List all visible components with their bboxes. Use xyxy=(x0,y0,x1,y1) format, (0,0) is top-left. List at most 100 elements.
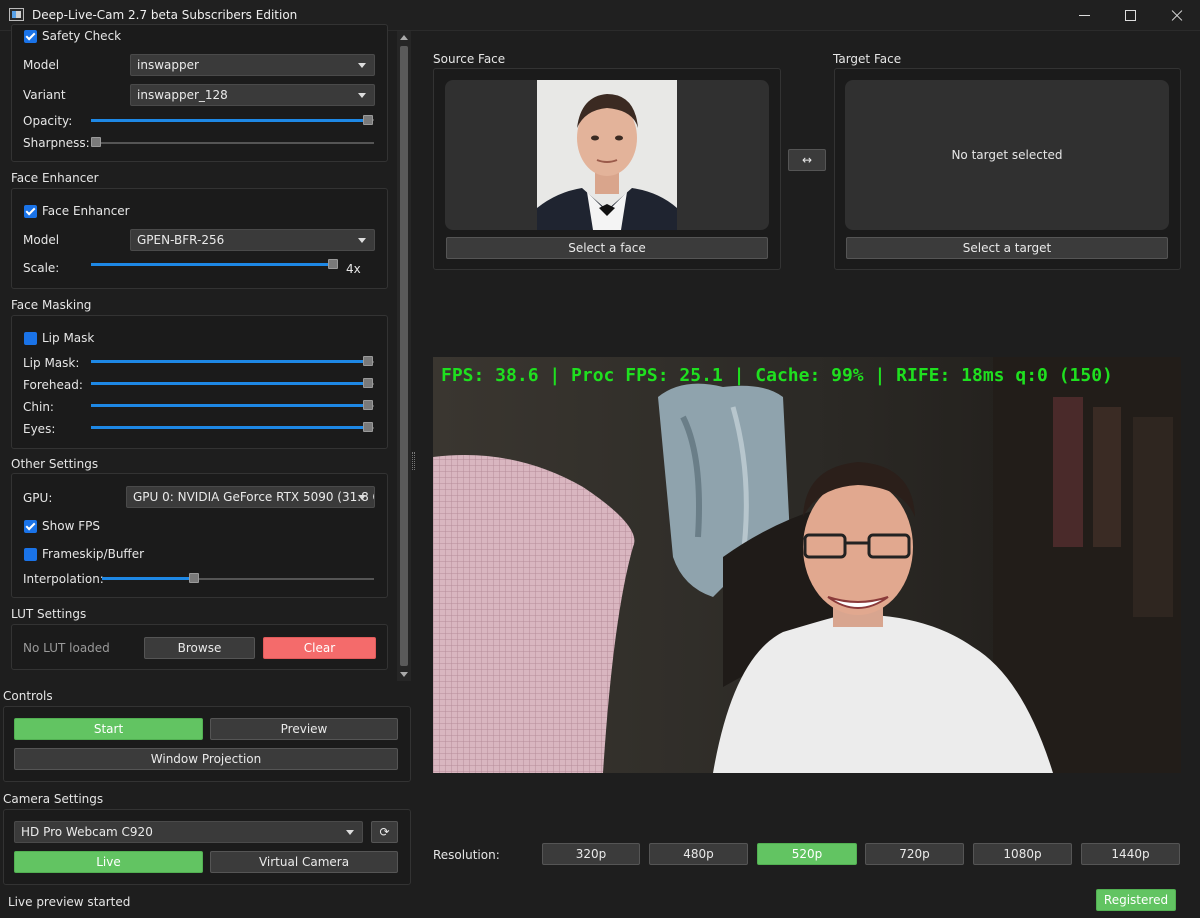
status-text: Live preview started xyxy=(8,895,131,909)
face-enhancer-checkbox-label: Face Enhancer xyxy=(42,204,130,218)
chevron-down-icon xyxy=(358,238,366,243)
forehead-slider-label: Forehead: xyxy=(23,378,83,392)
lip-mask-slider-label: Lip Mask: xyxy=(23,356,80,370)
swapper-model-label: Model xyxy=(23,58,60,72)
lip-mask-checkbox[interactable] xyxy=(24,332,37,345)
close-button[interactable] xyxy=(1154,0,1200,31)
lut-status: No LUT loaded xyxy=(23,641,110,655)
scroll-thumb[interactable] xyxy=(400,46,408,666)
face-masking-title: Face Masking xyxy=(11,298,92,312)
refresh-camera-button[interactable]: ⟳ xyxy=(371,821,398,843)
scale-slider-handle[interactable] xyxy=(328,259,338,269)
frameskip-label: Frameskip/Buffer xyxy=(42,547,145,561)
minimize-button[interactable] xyxy=(1062,0,1108,31)
camera-value: HD Pro Webcam C920 xyxy=(21,825,153,839)
registered-badge: Registered xyxy=(1096,889,1176,911)
webcam-frame xyxy=(433,357,1181,773)
safety-check-checkbox[interactable] xyxy=(24,30,37,43)
opacity-slider-handle[interactable] xyxy=(363,115,373,125)
source-face-image xyxy=(537,80,677,230)
forehead-slider-fill xyxy=(91,382,368,385)
maximize-button[interactable] xyxy=(1108,0,1154,31)
lip-mask-slider-handle[interactable] xyxy=(363,356,373,366)
interpolation-label: Interpolation: xyxy=(23,572,104,586)
preview-button[interactable]: Preview xyxy=(210,718,398,740)
select-target-button[interactable]: Select a target xyxy=(846,237,1168,259)
target-placeholder: No target selected xyxy=(951,148,1063,162)
scale-label: Scale: xyxy=(23,261,60,275)
variant-select[interactable]: inswapper_128 xyxy=(130,84,375,106)
resolution-label: Resolution: xyxy=(433,848,500,862)
chin-slider-handle[interactable] xyxy=(363,400,373,410)
chin-slider-label: Chin: xyxy=(23,400,54,414)
enhancer-model-value: GPEN-BFR-256 xyxy=(137,233,225,247)
source-face-photo xyxy=(537,80,677,230)
scale-slider-fill xyxy=(91,263,331,266)
chevron-down-icon xyxy=(358,495,366,500)
sharpness-slider-track[interactable] xyxy=(91,142,374,144)
eyes-slider-fill xyxy=(91,426,368,429)
variant-value: inswapper_128 xyxy=(137,88,228,102)
chevron-down-icon xyxy=(358,93,366,98)
scroll-up-icon[interactable] xyxy=(400,35,408,40)
opacity-label: Opacity: xyxy=(23,114,73,128)
other-settings-title: Other Settings xyxy=(11,457,99,471)
gpu-label: GPU: xyxy=(23,491,53,505)
chevron-down-icon xyxy=(346,830,354,835)
resolution-520p-button[interactable]: 520p xyxy=(757,843,857,865)
interpolation-slider-fill xyxy=(102,577,192,580)
lut-clear-button[interactable]: Clear xyxy=(263,637,376,659)
forehead-slider-handle[interactable] xyxy=(363,378,373,388)
gpu-value: GPU 0: NVIDIA GeForce RTX 5090 (31.8 GB) xyxy=(133,490,375,504)
lip-mask-checkbox-label: Lip Mask xyxy=(42,331,95,345)
eyes-slider-handle[interactable] xyxy=(363,422,373,432)
live-preview: FPS: 38.6 | Proc FPS: 25.1 | Cache: 99% … xyxy=(433,357,1181,773)
left-panel-scrollbar[interactable] xyxy=(397,31,411,681)
lut-browse-button[interactable]: Browse xyxy=(144,637,255,659)
chin-slider-fill xyxy=(91,404,368,407)
gpu-select[interactable]: GPU 0: NVIDIA GeForce RTX 5090 (31.8 GB) xyxy=(126,486,375,508)
resolution-320p-button[interactable]: 320p xyxy=(542,843,640,865)
camera-select[interactable]: HD Pro Webcam C920 xyxy=(14,821,363,843)
face-enhancer-title: Face Enhancer xyxy=(11,171,99,185)
lut-settings-title: LUT Settings xyxy=(11,607,87,621)
eyes-slider-label: Eyes: xyxy=(23,422,56,436)
lip-mask-slider-fill xyxy=(91,360,368,363)
resolution-1440p-button[interactable]: 1440p xyxy=(1081,843,1180,865)
app-icon xyxy=(9,8,24,21)
face-enhancer-checkbox[interactable] xyxy=(24,205,37,218)
select-face-button[interactable]: Select a face xyxy=(446,237,768,259)
live-button[interactable]: Live xyxy=(14,851,203,873)
swapper-model-select[interactable]: inswapper xyxy=(130,54,375,76)
start-button[interactable]: Start xyxy=(14,718,203,740)
scale-value: 4x xyxy=(346,262,361,276)
source-face-title: Source Face xyxy=(433,52,506,66)
resolution-480p-button[interactable]: 480p xyxy=(649,843,748,865)
swap-faces-button[interactable]: ↔ xyxy=(788,149,826,171)
refresh-icon: ⟳ xyxy=(379,825,390,839)
enhancer-model-label: Model xyxy=(23,233,60,247)
sharpness-slider-handle[interactable] xyxy=(91,137,101,147)
camera-settings-title: Camera Settings xyxy=(3,792,104,806)
show-fps-label: Show FPS xyxy=(42,519,100,533)
safety-check-label: Safety Check xyxy=(42,29,122,43)
opacity-slider-fill xyxy=(91,119,368,122)
panel-splitter[interactable] xyxy=(412,452,415,470)
enhancer-model-select[interactable]: GPEN-BFR-256 xyxy=(130,229,375,251)
variant-label: Variant xyxy=(23,88,66,102)
target-face-title: Target Face xyxy=(833,52,902,66)
window-title: Deep-Live-Cam 2.7 beta Subscribers Editi… xyxy=(32,8,298,22)
scroll-down-icon[interactable] xyxy=(400,672,408,677)
resolution-1080p-button[interactable]: 1080p xyxy=(973,843,1072,865)
fps-overlay: FPS: 38.6 | Proc FPS: 25.1 | Cache: 99% … xyxy=(441,365,1113,386)
window-projection-button[interactable]: Window Projection xyxy=(14,748,398,770)
resolution-720p-button[interactable]: 720p xyxy=(865,843,964,865)
swapper-model-value: inswapper xyxy=(137,58,199,72)
chevron-down-icon xyxy=(358,63,366,68)
controls-title: Controls xyxy=(3,689,53,703)
show-fps-checkbox[interactable] xyxy=(24,520,37,533)
virtual-camera-button[interactable]: Virtual Camera xyxy=(210,851,398,873)
interpolation-slider-handle[interactable] xyxy=(189,573,199,583)
frameskip-checkbox[interactable] xyxy=(24,548,37,561)
sharpness-label: Sharpness: xyxy=(23,136,90,150)
